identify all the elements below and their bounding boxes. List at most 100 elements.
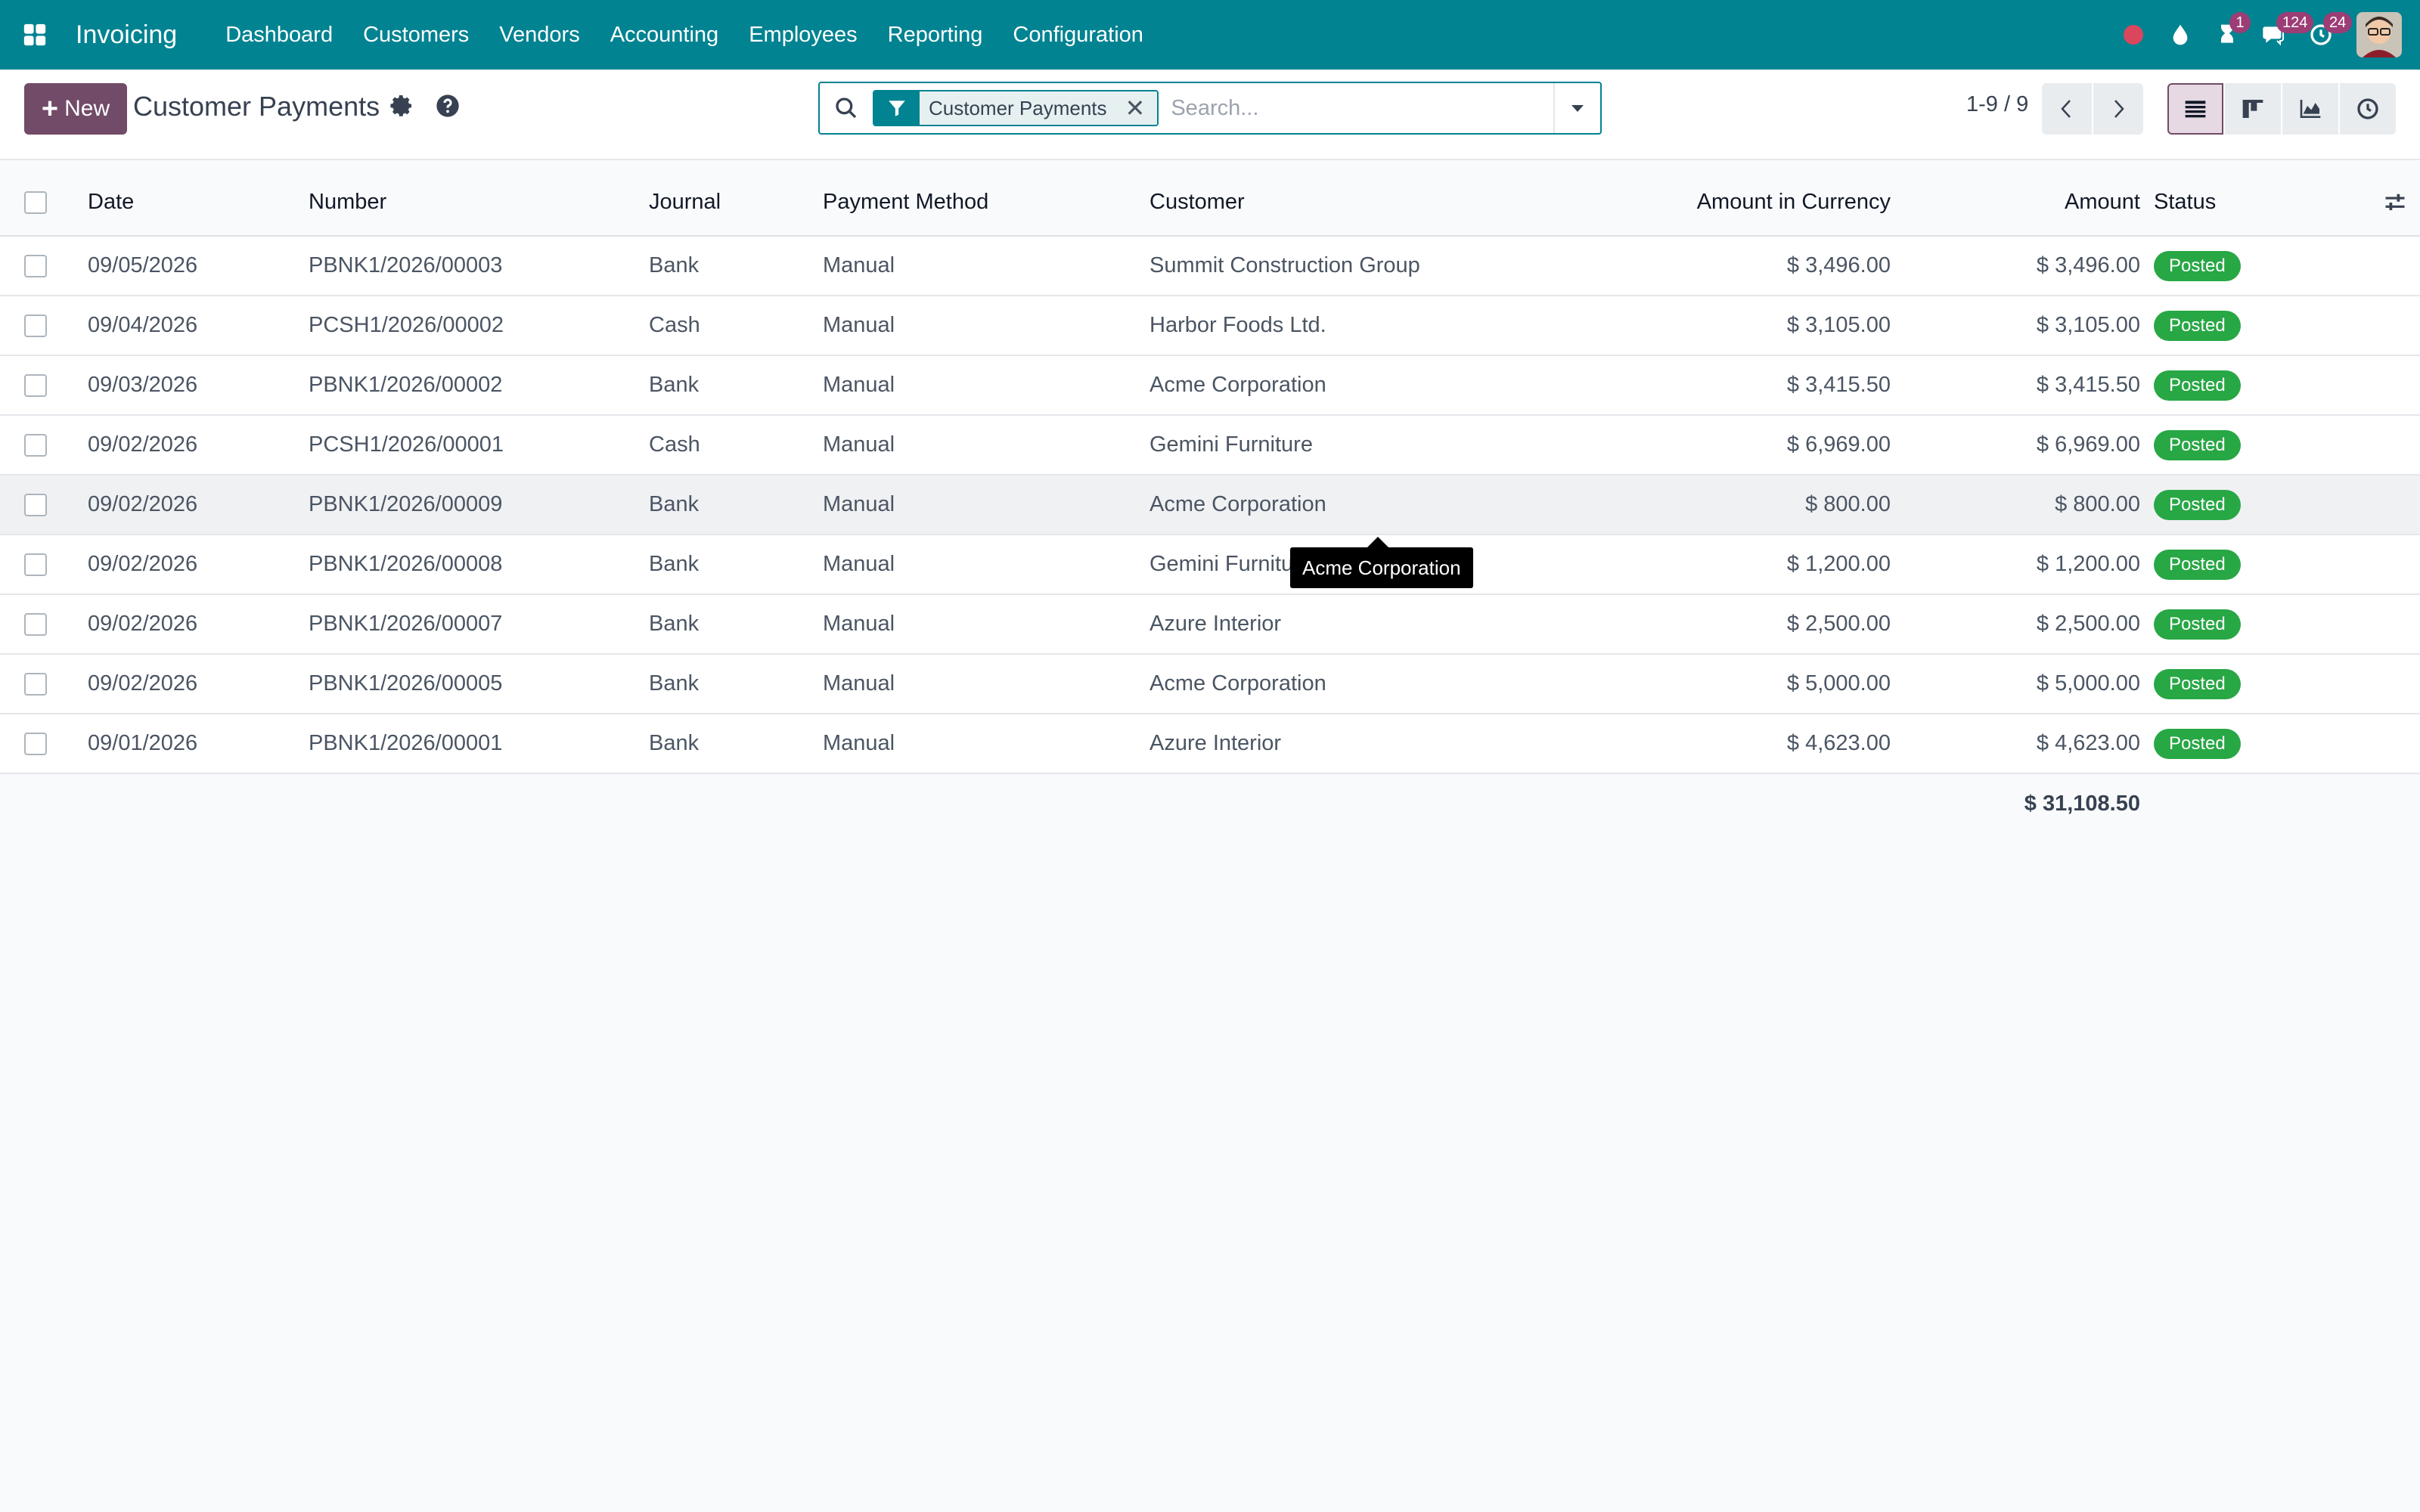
cell-date: 09/05/2026 <box>88 253 198 277</box>
drop-button[interactable] <box>2157 0 2204 70</box>
pager-previous-button[interactable] <box>2042 83 2092 135</box>
status-badge: Posted <box>2154 370 2241 401</box>
graph-view-button[interactable] <box>2282 83 2338 135</box>
app-name[interactable]: Invoicing <box>76 20 177 50</box>
header-number[interactable]: Number <box>309 169 649 237</box>
header-status[interactable]: Status <box>2140 169 2307 237</box>
activity-view-button[interactable] <box>2340 83 2396 135</box>
optional-columns-cell <box>2307 169 2420 237</box>
table-row[interactable]: 09/02/2026 PBNK1/2026/00005 Bank Manual … <box>0 654 2420 714</box>
messages-button[interactable]: 124 <box>2251 0 2314 70</box>
table-row[interactable]: 09/02/2026 PBNK1/2026/00009 Bank Manual … <box>0 475 2420 534</box>
menu-vendors[interactable]: Vendors <box>484 0 594 70</box>
row-checkbox[interactable] <box>24 374 47 398</box>
cell-customer: Acme Corporation <box>1150 671 1326 696</box>
cell-customer: Acme Corporation <box>1150 492 1326 516</box>
new-button[interactable]: + New <box>24 83 127 135</box>
table-row[interactable]: 09/04/2026 PCSH1/2026/00002 Cash Manual … <box>0 296 2420 355</box>
select-all-cell <box>0 169 88 237</box>
cell-number: PBNK1/2026/00003 <box>309 253 503 277</box>
sliders-icon[interactable] <box>2384 191 2406 214</box>
row-checkbox[interactable] <box>24 494 47 517</box>
row-checkbox[interactable] <box>24 673 47 696</box>
table-row[interactable]: 09/03/2026 PBNK1/2026/00002 Bank Manual … <box>0 355 2420 415</box>
cell-empty <box>2307 296 2420 355</box>
table-row[interactable]: 09/02/2026 PBNK1/2026/00007 Bank Manual … <box>0 594 2420 654</box>
header-journal[interactable]: Journal <box>649 169 823 237</box>
cell-method: Manual <box>823 253 895 277</box>
cell-empty <box>2307 594 2420 654</box>
table-row[interactable]: 09/02/2026 PCSH1/2026/00001 Cash Manual … <box>0 415 2420 475</box>
status-badge: Posted <box>2154 728 2241 759</box>
apps-menu-icon[interactable] <box>0 0 70 70</box>
pager-next-button[interactable] <box>2093 83 2143 135</box>
clock-badge: 24 <box>2323 12 2353 33</box>
cell-empty <box>2307 236 2420 296</box>
menu-employees[interactable]: Employees <box>734 0 872 70</box>
cell-journal: Bank <box>649 671 700 696</box>
table-row[interactable]: 09/01/2026 PBNK1/2026/00001 Bank Manual … <box>0 714 2420 773</box>
cell-status: Posted <box>2140 714 2307 773</box>
totals-empty <box>2140 773 2420 834</box>
cell-empty <box>2307 475 2420 534</box>
table-row[interactable]: 09/02/2026 PBNK1/2026/00008 Bank Manual … <box>0 534 2420 594</box>
row-checkbox[interactable] <box>24 434 47 457</box>
list-view-icon <box>2185 101 2206 118</box>
cell-date: 09/02/2026 <box>88 432 198 457</box>
help-icon[interactable] <box>436 94 460 118</box>
recording-indicator[interactable] <box>2110 0 2157 70</box>
cell-method: Manual <box>823 671 895 696</box>
search-options-toggle[interactable] <box>1553 83 1600 133</box>
top-navbar: Invoicing Dashboard Customers Vendors Ac… <box>0 0 2420 70</box>
cell-date: 09/04/2026 <box>88 313 198 337</box>
kanban-view-button[interactable] <box>2225 83 2281 135</box>
row-select-cell <box>0 654 88 714</box>
search-input[interactable] <box>1159 85 1553 131</box>
header-amount[interactable]: Amount <box>1891 169 2140 237</box>
row-checkbox[interactable] <box>24 613 47 637</box>
cell-amount: $ 1,200.00 <box>2036 552 2140 576</box>
row-select-cell <box>0 236 88 296</box>
menu-reporting[interactable]: Reporting <box>873 0 998 70</box>
filter-icon <box>874 91 920 125</box>
header-payment-method[interactable]: Payment Method <box>823 169 1150 237</box>
cell-journal: Bank <box>649 253 700 277</box>
activities-button[interactable]: 1 <box>2204 0 2251 70</box>
clock-button[interactable]: 24 <box>2297 0 2353 70</box>
header-date[interactable]: Date <box>88 169 309 237</box>
systray: 1 124 24 <box>2110 0 2420 70</box>
cell-amount: $ 6,969.00 <box>2036 432 2140 457</box>
menu-customers[interactable]: Customers <box>348 0 484 70</box>
cell-amount-in-currency: $ 3,496.00 <box>1786 253 1891 277</box>
cell-date: 09/02/2026 <box>88 612 198 636</box>
row-select-cell <box>0 475 88 534</box>
row-checkbox[interactable] <box>24 553 47 577</box>
row-checkbox[interactable] <box>24 314 47 338</box>
search-icon[interactable] <box>820 96 873 120</box>
table-row[interactable]: 09/05/2026 PBNK1/2026/00003 Bank Manual … <box>0 236 2420 296</box>
gear-icon[interactable] <box>390 94 414 118</box>
page-title: Customer Payments <box>133 91 380 122</box>
cell-number: PBNK1/2026/00002 <box>309 373 503 397</box>
cell-customer: Azure Interior <box>1150 731 1282 755</box>
cell-amount: $ 5,000.00 <box>2036 671 2140 696</box>
menu-dashboard[interactable]: Dashboard <box>210 0 348 70</box>
cell-customer: Azure Interior <box>1150 612 1282 636</box>
status-badge: Posted <box>2154 668 2241 699</box>
pager-value[interactable]: 1-9 / 9 <box>1966 92 2028 117</box>
close-icon[interactable]: ✕ <box>1125 94 1146 122</box>
drop-icon <box>2173 24 2188 45</box>
select-all-checkbox[interactable] <box>24 191 47 215</box>
user-avatar[interactable] <box>2356 12 2402 57</box>
row-checkbox[interactable] <box>24 255 47 278</box>
menu-configuration[interactable]: Configuration <box>997 0 1159 70</box>
row-checkbox[interactable] <box>24 733 47 756</box>
header-customer[interactable]: Customer <box>1150 169 1611 237</box>
header-amount-in-currency[interactable]: Amount in Currency <box>1611 169 1891 237</box>
table-header-row: Date Number Journal Payment Method Custo… <box>0 169 2420 237</box>
cell-number: PCSH1/2026/00001 <box>309 432 504 457</box>
cell-journal: Bank <box>649 731 700 755</box>
list-view-button[interactable] <box>2167 83 2223 135</box>
cell-method: Manual <box>823 373 895 397</box>
menu-accounting[interactable]: Accounting <box>595 0 734 70</box>
